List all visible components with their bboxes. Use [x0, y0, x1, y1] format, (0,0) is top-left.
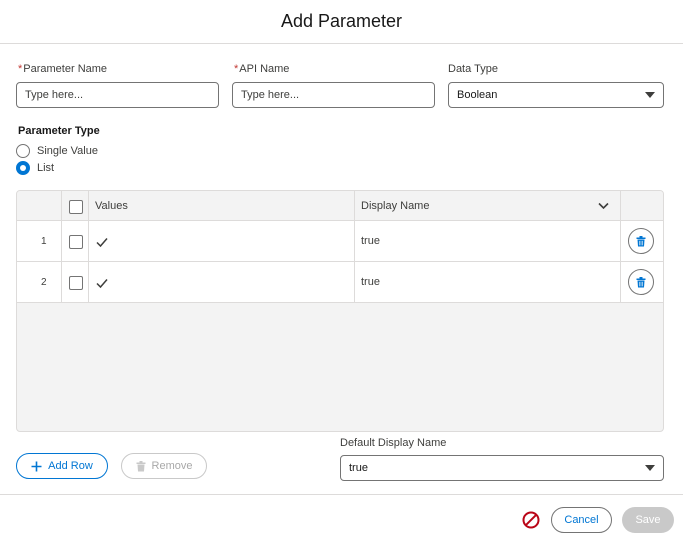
api-name-input[interactable] — [232, 82, 435, 108]
remove-button[interactable]: Remove — [121, 453, 207, 479]
radio-list[interactable]: List — [16, 161, 54, 175]
column-divider — [88, 262, 89, 302]
plus-icon — [31, 461, 42, 471]
row-checkbox[interactable] — [69, 276, 83, 290]
column-header-display-name: Display Name — [361, 200, 430, 212]
radio-unchecked-icon[interactable] — [16, 144, 30, 158]
radio-list-label: List — [37, 162, 55, 174]
data-type-select[interactable]: Boolean — [448, 82, 664, 108]
save-label: Save — [635, 514, 661, 526]
column-divider — [61, 191, 62, 220]
cancel-label: Cancel — [564, 514, 599, 526]
column-divider — [354, 221, 355, 261]
column-divider — [61, 262, 62, 302]
add-row-label: Add Row — [48, 460, 93, 472]
add-parameter-modal: Add Parameter *Parameter Name *API Name … — [0, 0, 683, 543]
row-number: 2 — [41, 277, 47, 288]
column-divider — [620, 191, 621, 220]
modal-title: Add Parameter — [280, 11, 403, 31]
chevron-down-icon — [645, 465, 655, 471]
radio-single-value[interactable]: Single Value — [16, 144, 98, 158]
radio-single-value-label: Single Value — [37, 145, 98, 157]
required-marker: * — [234, 63, 239, 75]
column-divider — [354, 191, 355, 220]
trash-icon — [636, 276, 646, 287]
error-ban-icon[interactable] — [522, 511, 540, 529]
table-row: 2 true — [17, 262, 663, 303]
api-name-label: *API Name — [234, 63, 289, 75]
check-icon — [96, 238, 108, 248]
parameter-name-input[interactable] — [16, 82, 219, 108]
default-display-name-select[interactable]: true — [340, 455, 664, 481]
remove-label: Remove — [151, 460, 193, 472]
parameter-name-label: *Parameter Name — [18, 63, 107, 75]
trash-icon — [636, 235, 646, 246]
column-divider — [620, 221, 621, 261]
parameter-name-label-text: Parameter Name — [23, 63, 108, 75]
column-divider — [61, 221, 62, 261]
parameter-type-title: Parameter Type — [18, 125, 100, 137]
table-header: Values Display Name — [17, 191, 663, 221]
save-button[interactable]: Save — [622, 507, 674, 533]
data-type-label: Data Type — [448, 63, 498, 75]
column-divider — [620, 262, 621, 302]
delete-row-button[interactable] — [628, 269, 654, 295]
check-icon — [96, 279, 108, 289]
modal-footer: Cancel Save — [0, 494, 683, 543]
values-table: Values Display Name 1 true 2 true — [16, 190, 664, 432]
trash-icon — [136, 460, 146, 471]
default-display-name-value: true — [349, 462, 368, 474]
table-row: 1 true — [17, 221, 663, 262]
default-display-name-label: Default Display Name — [340, 437, 447, 449]
modal-header: Add Parameter — [0, 0, 683, 44]
column-header-values: Values — [95, 200, 128, 212]
radio-checked-icon[interactable] — [16, 161, 30, 175]
column-divider — [354, 262, 355, 302]
chevron-down-icon[interactable] — [598, 202, 609, 210]
select-all-checkbox[interactable] — [69, 200, 83, 214]
chevron-down-icon — [645, 92, 655, 98]
row-checkbox[interactable] — [69, 235, 83, 249]
cancel-button[interactable]: Cancel — [551, 507, 612, 533]
display-name-cell[interactable]: true — [361, 276, 380, 288]
add-row-button[interactable]: Add Row — [16, 453, 108, 479]
data-type-value: Boolean — [457, 89, 498, 101]
required-marker: * — [18, 63, 23, 75]
delete-row-button[interactable] — [628, 228, 654, 254]
api-name-label-text: API Name — [239, 63, 290, 75]
column-divider — [88, 221, 89, 261]
display-name-cell[interactable]: true — [361, 235, 380, 247]
column-divider — [88, 191, 89, 220]
row-number: 1 — [41, 236, 47, 247]
